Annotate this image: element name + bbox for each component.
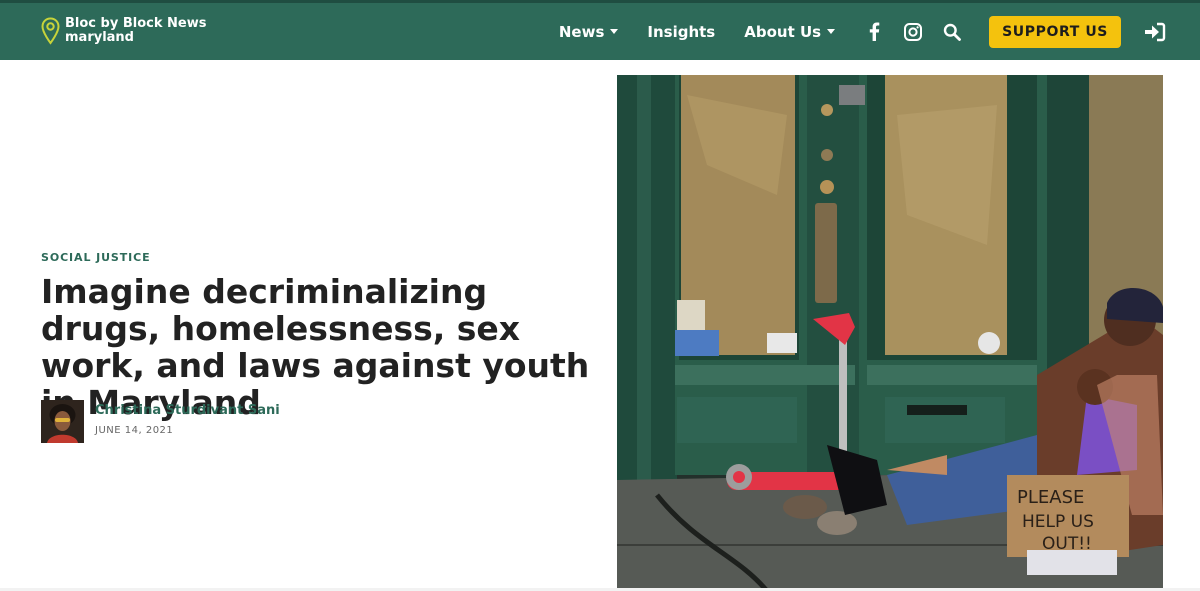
logo-subtitle: maryland xyxy=(65,30,134,45)
author-avatar[interactable] xyxy=(41,400,84,443)
article-hero-image[interactable]: PLEASE HELP US OUT!! xyxy=(617,75,1163,591)
nav-item-about-us[interactable]: About Us xyxy=(744,22,836,41)
site-header: Bloc by Block News maryland News Insight… xyxy=(0,0,1200,60)
hero-sign-line-2: HELP US xyxy=(1022,512,1094,532)
support-us-button[interactable]: SUPPORT US xyxy=(989,15,1121,48)
hero-sign-line-1: PLEASE xyxy=(1017,487,1084,508)
author-byline: Christina Sturdivant Sani JUNE 14, 2021 xyxy=(41,400,280,443)
login-icon[interactable] xyxy=(1144,22,1166,42)
article-category[interactable]: SOCIAL JUSTICE xyxy=(41,251,151,264)
nav-item-label: Insights xyxy=(647,22,716,41)
nav-item-insights[interactable]: Insights xyxy=(647,23,715,41)
facebook-icon[interactable] xyxy=(864,22,884,42)
chevron-down-icon xyxy=(610,29,619,34)
hero-sign-line-3: OUT!! xyxy=(1042,534,1092,554)
site-logo[interactable]: Bloc by Block News maryland xyxy=(41,17,206,45)
instagram-icon[interactable] xyxy=(903,22,923,42)
search-icon[interactable] xyxy=(942,22,962,42)
logo-title: Bloc by Block News xyxy=(65,16,207,31)
article-title[interactable]: Imagine decriminalizing drugs, homelessn… xyxy=(41,273,601,421)
map-pin-icon xyxy=(41,17,60,45)
author-name[interactable]: Christina Sturdivant Sani xyxy=(95,403,280,418)
chevron-down-icon xyxy=(827,29,836,34)
main-nav: News Insights About Us SUPPORT US xyxy=(559,3,1200,60)
nav-item-label: News xyxy=(558,22,605,41)
publish-date: JUNE 14, 2021 xyxy=(95,425,174,436)
nav-item-news[interactable]: News xyxy=(559,23,619,41)
nav-item-label: About Us xyxy=(744,22,822,41)
